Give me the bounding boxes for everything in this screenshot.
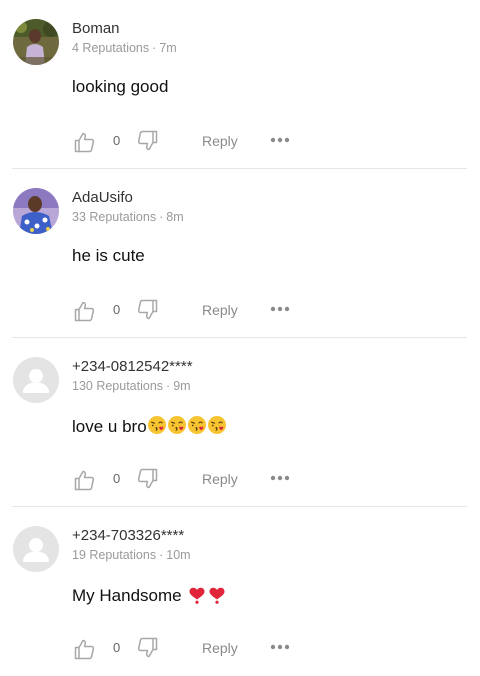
like-count: 0 [113,471,121,486]
reputation-count: 130 Reputations [72,379,164,393]
comment-meta: 4 Reputations · 7m [72,41,177,55]
meta-separator: · [159,548,164,562]
thumbs-up-icon[interactable] [72,637,96,661]
avatar[interactable] [13,188,59,234]
timestamp: 10m [166,548,191,562]
thumbs-up-icon[interactable] [72,468,96,492]
kiss-emoji [207,415,227,435]
comment-text-content: love u bro [72,417,147,436]
avatar[interactable] [13,19,59,65]
comment-item: AdaUsifo 33 Reputations · 8m he is cute 0 … [0,169,480,338]
username[interactable]: Boman [72,20,120,37]
comment-text-content: he is cute [72,246,145,265]
thumbs-down-icon[interactable] [136,298,160,322]
username[interactable]: +234-0812542**** [72,358,193,375]
comment-text-content: My Handsome [72,586,182,605]
comment-item: +234-0812542**** 130 Reputations · 9m love… [0,338,480,507]
thumbs-up-icon[interactable] [72,130,96,154]
thumbs-down-icon[interactable] [136,467,160,491]
comment-meta: 19 Reputations · 10m [72,548,191,562]
reply-button[interactable]: Reply [202,471,238,487]
comment-item: Boman 4 Reputations · 7m looking good 0 Re… [0,0,480,169]
default-avatar-icon[interactable] [13,357,59,403]
timestamp: 7m [159,41,177,55]
timestamp: 8m [166,210,184,224]
kiss-emoji [187,415,207,435]
comment-actions: 0 Reply [72,466,332,492]
kiss-emoji [147,415,167,435]
like-count: 0 [113,133,121,148]
meta-separator: · [166,379,171,393]
comment-actions: 0 Reply [72,297,332,323]
meta-separator: · [159,210,164,224]
comment-item: +234-703326**** 19 Reputations · 10m My Ha… [0,507,480,676]
kiss-emoji [167,415,187,435]
heart-emoji [187,584,207,604]
more-dots-icon[interactable] [270,639,290,655]
meta-separator: · [152,41,157,55]
comment-text: love u bro [72,415,227,437]
like-count: 0 [113,302,121,317]
comment-meta: 33 Reputations · 8m [72,210,184,224]
more-dots-icon[interactable] [270,132,290,148]
comment-text: looking good [72,77,168,97]
reply-button[interactable]: Reply [202,640,238,656]
reputation-count: 19 Reputations [72,548,157,562]
default-avatar-icon[interactable] [13,526,59,572]
reputation-count: 33 Reputations [72,210,157,224]
thumbs-down-icon[interactable] [136,129,160,153]
reply-button[interactable]: Reply [202,302,238,318]
timestamp: 9m [173,379,191,393]
heart-emoji [207,584,227,604]
like-count: 0 [113,640,121,655]
comment-meta: 130 Reputations · 9m [72,379,191,393]
more-dots-icon[interactable] [270,470,290,486]
reputation-count: 4 Reputations [72,41,150,55]
comment-text: My Handsome [72,584,227,606]
comment-text: he is cute [72,246,145,266]
comment-actions: 0 Reply [72,128,332,154]
username[interactable]: AdaUsifo [72,189,133,206]
comment-actions: 0 Reply [72,635,332,661]
reply-button[interactable]: Reply [202,133,238,149]
username[interactable]: +234-703326**** [72,527,184,544]
thumbs-down-icon[interactable] [136,636,160,660]
comment-text-content: looking good [72,77,169,96]
more-dots-icon[interactable] [270,301,290,317]
thumbs-up-icon[interactable] [72,299,96,323]
